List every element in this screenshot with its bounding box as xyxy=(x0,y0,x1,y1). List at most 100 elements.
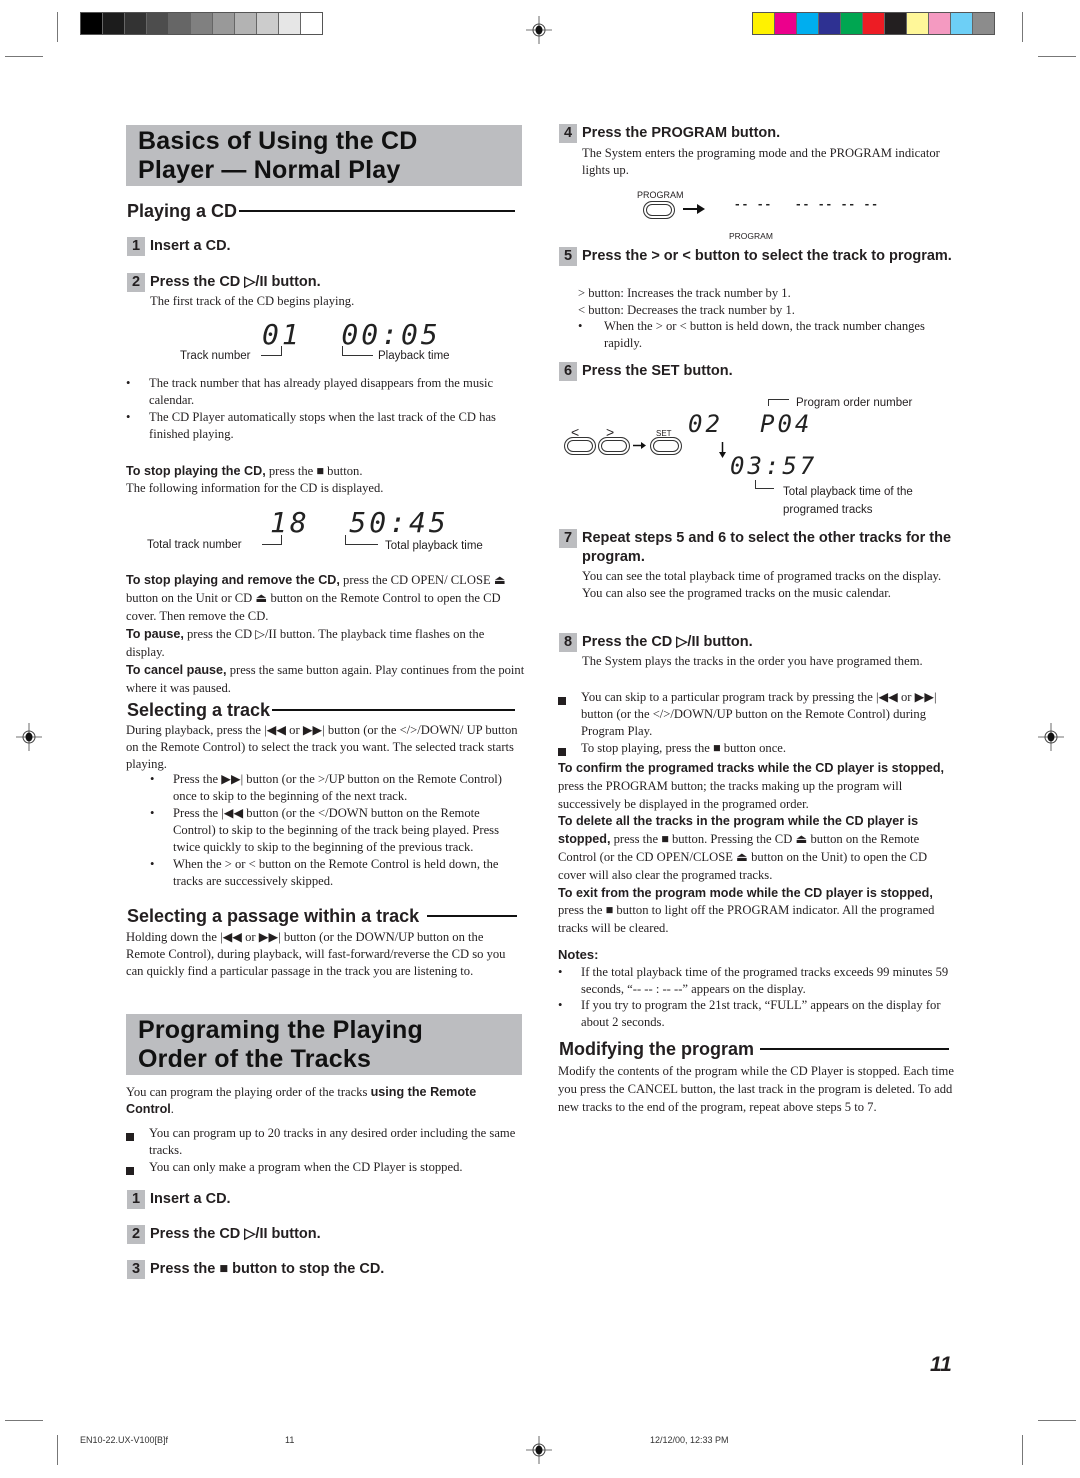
color-swatch xyxy=(103,13,125,34)
registration-mark-icon xyxy=(1038,723,1064,751)
list-item: To stop playing, press the ■ button once… xyxy=(558,740,958,761)
leader-line xyxy=(768,399,789,406)
label-program-order: Program order number xyxy=(796,397,913,409)
color-swatch xyxy=(279,13,301,34)
program-button[interactable] xyxy=(643,201,675,219)
crop-mark xyxy=(57,1435,58,1465)
heading-rule xyxy=(427,915,517,917)
list-item: • Press the |◀◀ button (or the </DOWN but… xyxy=(150,806,499,854)
step-8-bullets: You can skip to a particular program tra… xyxy=(558,689,958,761)
label-playback-time: Playback time xyxy=(378,350,450,362)
page-title: Basics of Using the CD Player — Normal P… xyxy=(126,125,522,186)
crop-mark xyxy=(5,56,43,57)
modify-text: Modify the contents of the program while… xyxy=(558,1064,954,1114)
color-swatch xyxy=(973,13,994,34)
registration-mark-icon xyxy=(16,723,42,751)
color-swatch xyxy=(907,13,929,34)
square-bullet-icon xyxy=(126,1133,134,1141)
section-heading-selecting-passage: Selecting a passage within a track xyxy=(127,905,517,927)
prev-button[interactable] xyxy=(564,437,596,455)
crop-mark xyxy=(5,1420,43,1421)
leader-line xyxy=(755,480,774,489)
leader-line xyxy=(261,346,282,356)
color-swatch xyxy=(81,13,103,34)
arrow-right-icon xyxy=(683,204,705,214)
square-bullet-icon xyxy=(558,697,566,705)
list-item: You can program up to 20 tracks in any d… xyxy=(126,1125,522,1159)
step-8-play: 8 Press the CD ▷/II button. xyxy=(559,633,959,652)
section-heading-selecting-track: Selecting a track xyxy=(127,699,515,721)
step-5-select: 5 Press the > or < button to select the t… xyxy=(559,247,959,266)
step-2-play: 2 Press the CD ▷/II button. xyxy=(127,273,517,292)
color-swatch xyxy=(125,13,147,34)
color-swatch xyxy=(841,13,863,34)
crop-mark xyxy=(1038,1420,1076,1421)
program-step-3: 3 Press the ■ button to stop the CD. xyxy=(127,1260,517,1279)
list-item: • The CD Player automatically stops when … xyxy=(126,410,496,441)
label-track-number: Track number xyxy=(180,350,251,362)
step-7-desc: You can see the total playback time of p… xyxy=(582,569,942,600)
step-1-insert: 1 Insert a CD. xyxy=(127,237,517,256)
notes-title: Notes: xyxy=(558,947,599,962)
arrow-down-icon xyxy=(719,442,726,458)
next-button[interactable] xyxy=(598,437,630,455)
step-2-desc: The first track of the CD begins playing… xyxy=(150,294,355,308)
color-swatch xyxy=(951,13,973,34)
list-item: • Press the ▶▶| button (or the >/UP butto… xyxy=(150,772,502,803)
lcd-track-number: 02 xyxy=(688,410,723,438)
color-swatch xyxy=(797,13,819,34)
section-title-programing: Programing the Playing Order of the Trac… xyxy=(126,1014,522,1075)
leader-line xyxy=(345,535,378,545)
leader-line xyxy=(342,346,373,356)
set-button[interactable] xyxy=(650,437,682,455)
step-4-program: 4 Press the PROGRAM button. xyxy=(559,124,959,143)
crop-mark xyxy=(1038,56,1076,57)
color-swatch xyxy=(169,13,191,34)
program-button-label: PROGRAM xyxy=(637,190,684,200)
step-7-repeat: 7 Repeat steps 5 and 6 to select the othe… xyxy=(559,529,959,567)
footer-filename: EN10-22.UX-V100[B]f xyxy=(80,1435,169,1445)
color-swatch xyxy=(863,13,885,34)
notes-list: • If the total playback time of the progr… xyxy=(558,964,958,1030)
list-item: You can only make a program when the CD … xyxy=(126,1159,522,1180)
footer-page: 11 xyxy=(285,1435,295,1445)
color-swatch xyxy=(213,13,235,34)
gray-scale-bar xyxy=(80,12,323,35)
section-heading-playing-cd: Playing a CD xyxy=(127,200,515,222)
remove-pause-instructions: To stop playing and remove the CD, press… xyxy=(126,573,525,695)
label-total-track-number: Total track number xyxy=(147,539,242,551)
color-swatch xyxy=(885,13,907,34)
color-swatch xyxy=(753,13,775,34)
footer-datetime: 12/12/00, 12:33 PM xyxy=(650,1435,729,1445)
program-bullets: You can program up to 20 tracks in any d… xyxy=(126,1125,522,1180)
program-management-instructions: To confirm the programed tracks while th… xyxy=(558,761,945,936)
registration-mark-icon xyxy=(526,16,552,44)
stop-instruction: To stop playing the CD, press the ■ butt… xyxy=(126,464,384,495)
bullet-list: • The track number that has already playe… xyxy=(126,375,521,443)
color-swatch xyxy=(819,13,841,34)
program-step-2: 2 Press the CD ▷/II button. xyxy=(127,1225,517,1244)
list-item: You can skip to a particular program tra… xyxy=(558,689,958,740)
heading-rule xyxy=(272,709,515,711)
page-number: 11 xyxy=(930,1353,952,1376)
crop-mark xyxy=(1022,1435,1023,1465)
color-swatch xyxy=(191,13,213,34)
color-swatch xyxy=(147,13,169,34)
lcd-total-time: 03:57 xyxy=(730,452,818,480)
label-total-playback-time: Total playback time xyxy=(385,540,483,552)
list-item: • When the > or < button is held down, th… xyxy=(578,319,925,350)
step-4-desc: The System enters the programing mode an… xyxy=(582,146,940,177)
selecting-track-bullets: • Press the ▶▶| button (or the >/UP butto… xyxy=(150,771,522,890)
registration-mark-icon xyxy=(526,1436,552,1464)
program-step-1: 1 Insert a CD. xyxy=(127,1190,517,1209)
list-item: • The track number that has already playe… xyxy=(126,376,494,407)
program-intro: You can program the playing order of the… xyxy=(126,1085,477,1116)
list-item: • When the > or < button on the Remote Co… xyxy=(150,857,499,888)
selecting-passage-text: Holding down the |◀◀ or ▶▶| button (or t… xyxy=(126,930,506,978)
crop-mark xyxy=(1022,12,1023,42)
label-total-programmed-time: Total playback time of the programed tra… xyxy=(783,486,913,516)
color-swatch xyxy=(235,13,257,34)
section-heading-modifying: Modifying the program xyxy=(559,1038,949,1060)
selecting-track-intro: During playback, press the |◀◀ or ▶▶| bu… xyxy=(126,723,518,771)
square-bullet-icon xyxy=(558,748,566,756)
